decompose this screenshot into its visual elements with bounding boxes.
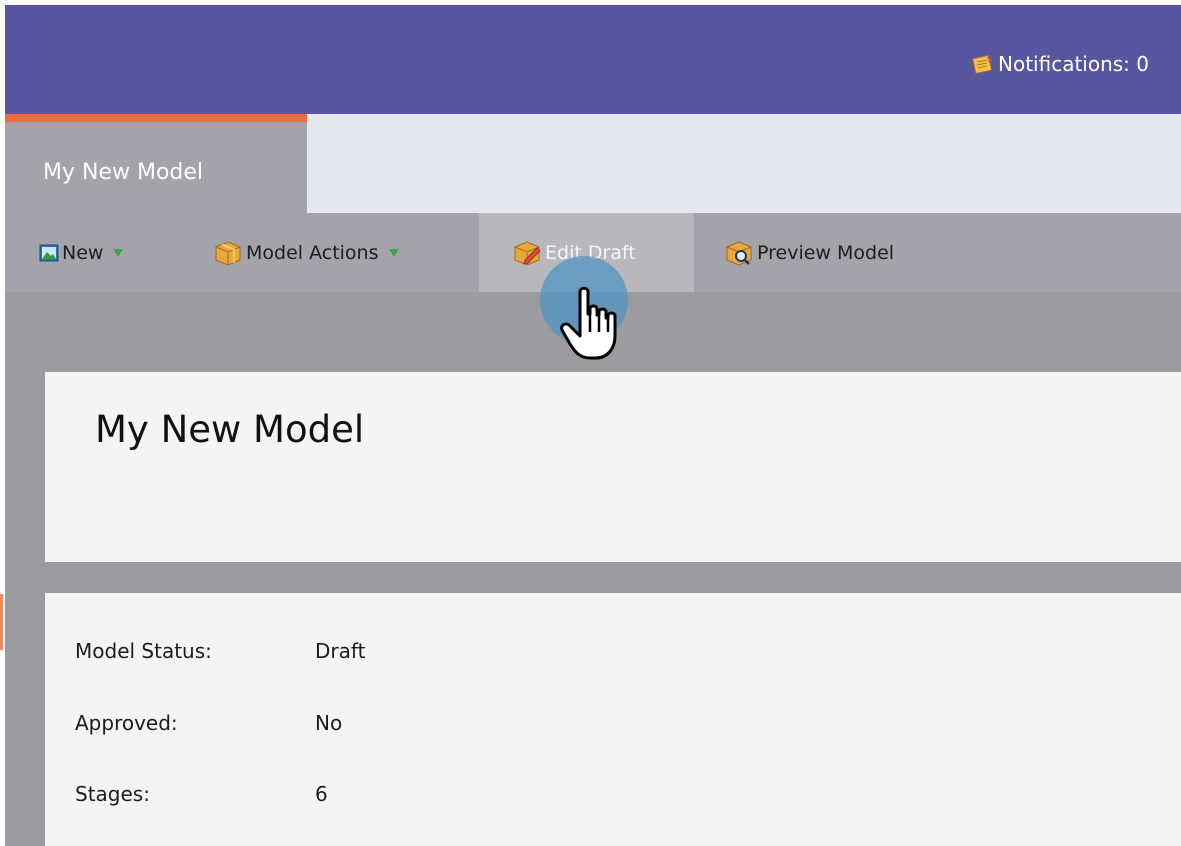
triangle-down-icon — [388, 248, 399, 257]
detail-value: 6 — [315, 782, 328, 806]
cube-icon — [215, 240, 241, 266]
preview-model-label: Preview Model — [757, 241, 895, 264]
preview-model-button[interactable]: Preview Model — [724, 213, 894, 292]
detail-value: No — [315, 711, 343, 735]
hand-pointer-icon — [560, 286, 617, 360]
detail-label: Model Status: — [75, 639, 212, 663]
left-gutter — [0, 292, 5, 846]
detail-label: Stages: — [75, 782, 150, 806]
notifications-label: Notifications: 0 — [998, 52, 1149, 76]
model-details-panel: Model Status: Draft Approved: No Stages:… — [45, 593, 1181, 846]
page-title: My New Model — [95, 408, 365, 451]
side-marker — [0, 594, 3, 650]
tab-label: My New Model — [43, 160, 204, 185]
tab-strip: My New Model — [5, 114, 1181, 213]
notepad-icon — [972, 55, 992, 74]
new-label: New — [62, 241, 104, 264]
detail-label: Approved: — [75, 711, 178, 735]
triangle-down-icon — [113, 248, 124, 257]
notifications-link[interactable]: Notifications: 0 — [972, 49, 1149, 79]
detail-row-stages: Stages: 6 — [75, 782, 328, 806]
new-button[interactable]: New — [39, 213, 124, 292]
new-asset-icon — [39, 244, 59, 261]
cube-edit-icon — [514, 240, 541, 266]
model-actions-button[interactable]: Model Actions — [213, 213, 399, 292]
model-title-panel: My New Model — [45, 372, 1181, 562]
model-actions-label: Model Actions — [246, 241, 379, 264]
top-header-bar: Notifications: 0 — [5, 5, 1181, 114]
tab-my-new-model[interactable]: My New Model — [5, 114, 307, 213]
detail-row-approved: Approved: No — [75, 711, 342, 735]
cube-preview-icon — [726, 240, 752, 266]
detail-value: Draft — [315, 639, 366, 663]
detail-row-status: Model Status: Draft — [75, 639, 365, 663]
